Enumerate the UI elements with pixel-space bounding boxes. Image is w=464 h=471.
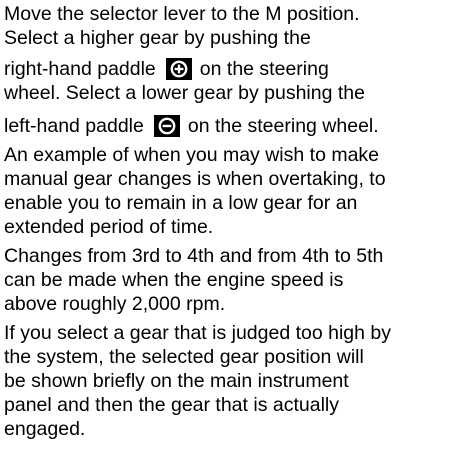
text-line-14: the system, the selected gear position w… — [4, 345, 364, 369]
text-line-9: extended period of time. — [4, 215, 213, 239]
text-segment: be shown briefly on the main instrument — [4, 370, 349, 392]
text-segment: Select a higher gear by pushing the — [4, 27, 311, 49]
text-line-6: An example of when you may wish to make — [4, 143, 379, 167]
minus-paddle-icon — [153, 115, 180, 137]
text-segment: on the steering — [199, 58, 329, 80]
text-segment: on the steering wheel. — [187, 115, 379, 137]
text-segment: An example of when you may wish to make — [4, 144, 380, 166]
text-segment: Move the selector lever to the M positio… — [4, 3, 360, 25]
text-line-3: right-hand paddle on the steering — [4, 57, 329, 81]
text-line-13: If you select a gear that is judged too … — [4, 321, 391, 345]
text-line-15: be shown briefly on the main instrument — [4, 369, 349, 393]
text-line-8: enable you to remain in a low gear for a… — [4, 191, 357, 215]
plus-paddle-icon — [165, 58, 192, 80]
text-segment: can be made when the engine speed is — [4, 269, 344, 291]
text-segment: manual gear changes is when overtaking, … — [4, 168, 386, 190]
text-segment: above roughly 2,000 rpm. — [4, 293, 226, 315]
text-line-2: Select a higher gear by pushing the — [4, 26, 311, 50]
text-line-5: left-hand paddle on the steering wheel. — [4, 114, 379, 138]
text-line-11: can be made when the engine speed is — [4, 268, 343, 292]
text-segment: Changes from 3rd to 4th and from 4th to … — [4, 245, 384, 267]
text-line-12: above roughly 2,000 rpm. — [4, 292, 225, 316]
text-segment: left-hand paddle — [4, 115, 144, 137]
text-segment: panel and then the gear that is actually — [4, 394, 339, 416]
text-segment: If you select a gear that is judged too … — [4, 322, 392, 344]
text-segment: right-hand paddle — [4, 58, 156, 80]
text-segment: extended period of time. — [4, 216, 214, 238]
text-segment: enable you to remain in a low gear for a… — [4, 192, 358, 214]
text-line-16: panel and then the gear that is actually — [4, 393, 339, 417]
text-line-4: wheel. Select a lower gear by pushing th… — [4, 81, 365, 105]
manual-page: Move the selector lever to the M positio… — [0, 0, 464, 471]
text-line-10: Changes from 3rd to 4th and from 4th to … — [4, 244, 383, 268]
text-segment: the system, the selected gear position w… — [4, 346, 364, 368]
text-line-17: engaged. — [4, 417, 85, 441]
text-segment: wheel. Select a lower gear by pushing th… — [4, 82, 365, 104]
text-line-1: Move the selector lever to the M positio… — [4, 2, 360, 26]
text-line-7: manual gear changes is when overtaking, … — [4, 167, 386, 191]
text-segment: engaged. — [4, 418, 86, 440]
